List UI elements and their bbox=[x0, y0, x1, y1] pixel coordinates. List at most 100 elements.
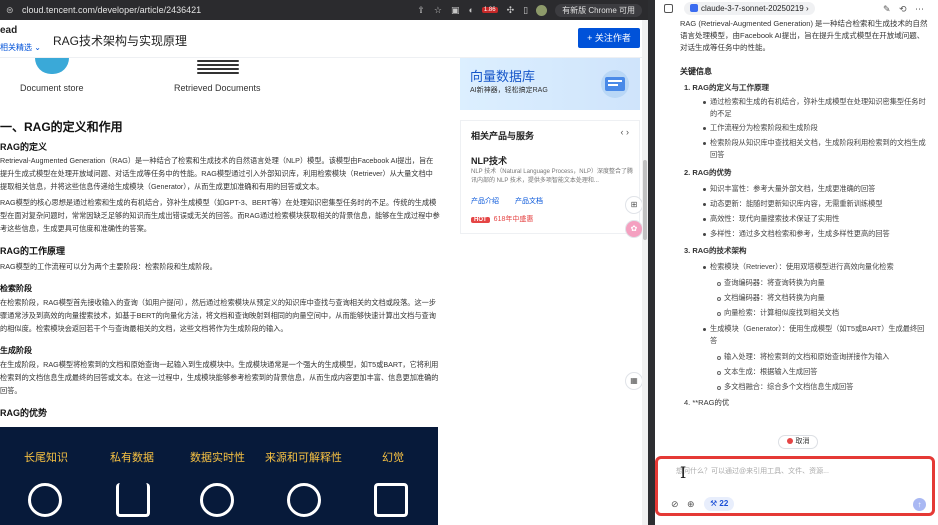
bookmark-star-icon[interactable]: ☆ bbox=[434, 5, 442, 16]
hot-badge: HOT bbox=[471, 217, 490, 223]
list-subitem: 输入处理：将检索到的文档和原始查询拼接作为输入 bbox=[717, 351, 930, 363]
scrollbar-thumb[interactable] bbox=[643, 160, 647, 240]
infographic-caption: 数据实时性 bbox=[190, 452, 245, 464]
ai-assistant-icon[interactable]: ✿ bbox=[625, 220, 643, 238]
related-picks-menu[interactable]: 相关精选 ⌄ bbox=[0, 42, 41, 53]
banner-title: 向量数据库 bbox=[470, 69, 536, 84]
list-item: 通过检索和生成的有机结合，弥补生成模型在处理知识密集型任务时的不足 bbox=[703, 96, 930, 120]
subheading: RAG的定义 bbox=[0, 142, 47, 152]
article-body: Document store Retrieved Documents 一、RAG… bbox=[0, 58, 448, 525]
carousel-nav-icon[interactable]: ‹ › bbox=[621, 127, 630, 137]
banner-illustration bbox=[601, 70, 629, 98]
bars-icon bbox=[116, 483, 150, 517]
product-intro-link[interactable]: 产品介绍 bbox=[471, 198, 499, 205]
list-item: 知识丰富性：参考大量外部文档，生成更准确的回答 bbox=[703, 183, 930, 195]
list-subitem: 向量检索：计算相似度找到相关文档 bbox=[717, 307, 930, 319]
extension-icon[interactable]: ◐ bbox=[468, 5, 473, 15]
model-selector[interactable]: claude-3-7-sonnet-20250219 › bbox=[684, 2, 815, 15]
paragraph: RAG模型的核心思想是通过检索和生成的有机结合，弥补生成模型（如GPT-3、BE… bbox=[0, 198, 440, 233]
compass-icon bbox=[287, 483, 321, 517]
documents-icon bbox=[197, 58, 239, 76]
sidebar-toggle-icon[interactable]: ▯ bbox=[523, 5, 528, 16]
list-item: 工作流程分为检索阶段和生成阶段 bbox=[703, 122, 930, 134]
site-info-icon[interactable]: ⊜ bbox=[6, 5, 16, 15]
model-logo-icon bbox=[690, 4, 698, 12]
doc-store-label: Document store bbox=[20, 83, 84, 93]
product-links: 产品介绍 产品文档 bbox=[471, 196, 557, 206]
subheading: RAG的工作原理 bbox=[0, 246, 65, 256]
qr-code-icon[interactable]: ▦ bbox=[625, 372, 643, 390]
address-bar[interactable]: ⊜ cloud.tencent.com/developer/article/24… bbox=[0, 0, 648, 20]
list-section-title: 1. RAG的定义与工作原理 bbox=[684, 83, 770, 92]
follow-author-button[interactable]: + 关注作者 bbox=[578, 28, 640, 48]
question-icon bbox=[374, 483, 408, 517]
share-icon[interactable]: ⇪ bbox=[417, 5, 425, 16]
extensions-puzzle-icon[interactable]: ✣ bbox=[507, 5, 515, 16]
list-section-title: 2. RAG的优势 bbox=[684, 168, 732, 177]
cancel-label: 取消 bbox=[795, 438, 810, 445]
list-section-title: 4. **RAG的优 bbox=[684, 398, 730, 407]
infographic-caption: 来源和可解释性 bbox=[265, 452, 342, 464]
tools-button[interactable]: ⚒ 22 bbox=[704, 497, 735, 511]
section-heading: 一、RAG的定义和作用 bbox=[0, 120, 123, 134]
infographic-caption: 幻觉 bbox=[382, 452, 404, 464]
response-intro: RAG (Retrieval-Augmented Generation) 是一种… bbox=[680, 19, 928, 52]
promo-link[interactable]: HOT 618年中盛惠 bbox=[471, 214, 533, 224]
list-item: 检索阶段从知识库中查找相关文档，生成阶段利用检索到的文档生成回答 bbox=[703, 137, 930, 161]
sidebar-toggle-icon[interactable] bbox=[664, 4, 673, 13]
vector-db-banner[interactable]: 向量数据库 AI新神器，轻松搞定RAG bbox=[460, 58, 640, 110]
infographic-caption: 私有数据 bbox=[110, 452, 154, 464]
related-products-card: 相关产品与服务 ‹ › NLP技术 NLP 技术（Natural Languag… bbox=[460, 120, 640, 234]
text-cursor-icon: I bbox=[680, 463, 687, 482]
subheading: 检索阶段 bbox=[0, 284, 32, 293]
list-item: 检索模块（Retriever）：使用双塔模型进行高效向量化检索 bbox=[703, 261, 930, 273]
history-icon[interactable]: ⟲ bbox=[899, 4, 907, 15]
chat-input-box[interactable]: 想问什么？可以通过@来引用工具、文件、资源... I ⊘ ⊕ ⚒ 22 ↑ bbox=[655, 456, 935, 516]
attach-icon[interactable]: ⊘ bbox=[671, 499, 679, 510]
tools-count: 22 bbox=[719, 499, 729, 508]
subheading: 生成阶段 bbox=[0, 346, 32, 355]
list-item: 动态更新：能随时更新知识库内容，无需重新训练模型 bbox=[703, 198, 930, 210]
list-item: 高效性：现代向量搜索技术保证了实用性 bbox=[703, 213, 930, 225]
send-button[interactable]: ↑ bbox=[913, 498, 926, 511]
model-name: claude-3-7-sonnet-20250219 bbox=[701, 4, 804, 13]
panel-divider[interactable] bbox=[648, 0, 655, 525]
profile-avatar[interactable] bbox=[536, 4, 548, 16]
cancel-generation-button[interactable]: 取消 bbox=[778, 435, 818, 449]
subheading: RAG的优势 bbox=[0, 408, 47, 418]
database-icon bbox=[35, 58, 69, 74]
chat-input-placeholder[interactable]: 想问什么？可以通过@来引用工具、文件、资源... bbox=[676, 466, 916, 476]
product-description: NLP 技术（Natural Language Process，NLP）深度整合… bbox=[471, 169, 633, 184]
response-heading: 关键信息 bbox=[680, 67, 712, 76]
list-item: 生成模块（Generator）：使用生成模型（如T5或BART）生成最终回答 bbox=[703, 323, 930, 347]
infographic-caption: 长尾知识 bbox=[24, 452, 68, 464]
more-icon[interactable]: ⋯ bbox=[915, 4, 924, 15]
retrieved-docs-label: Retrieved Documents bbox=[174, 83, 261, 93]
new-chat-icon[interactable]: ✎ bbox=[883, 4, 891, 15]
paragraph: RAG模型的工作流程可以分为两个主要阶段：检索阶段和生成阶段。 bbox=[0, 262, 217, 271]
stop-icon bbox=[786, 438, 793, 444]
extension-icon[interactable]: ▣ bbox=[451, 5, 460, 16]
page-header: ead 相关精选 ⌄ RAG技术架构与实现原理 + 关注作者 bbox=[0, 20, 648, 58]
list-subitem: 多文档融合：综合多个文档信息生成回答 bbox=[717, 381, 930, 393]
chrome-update-button[interactable]: 有新版 Chrome 可用 bbox=[555, 3, 642, 17]
list-section-title: 3. RAG的技术架构 bbox=[684, 246, 747, 255]
assistant-response: RAG (Retrieval-Augmented Generation) 是一种… bbox=[655, 16, 938, 411]
product-docs-link[interactable]: 产品文档 bbox=[515, 198, 543, 205]
url-text[interactable]: cloud.tencent.com/developer/article/2436… bbox=[22, 5, 408, 15]
card-title: 相关产品与服务 bbox=[471, 131, 535, 141]
rag-advantages-infographic: 长尾知识 私有数据 数据实时性 来源和可解释性 幻觉 bbox=[0, 427, 438, 525]
browser-window: ⊜ cloud.tencent.com/developer/article/24… bbox=[0, 0, 648, 525]
extension-badge[interactable]: 1.86 bbox=[481, 7, 498, 13]
site-brand[interactable]: ead bbox=[0, 25, 17, 36]
paragraph: Retrieval-Augmented Generation（RAG）是一种结合… bbox=[0, 156, 434, 191]
paragraph: 在检索阶段，RAG模型首先接收输入的查询（如用户提问），然后通过检索模块从预定义… bbox=[0, 298, 437, 333]
article-title: RAG技术架构与实现原理 bbox=[53, 34, 188, 48]
list-subitem: 文本生成：根据输入生成回答 bbox=[717, 366, 930, 378]
diagram-fragment: Document store Retrieved Documents bbox=[0, 58, 448, 98]
globe-icon[interactable]: ⊕ bbox=[687, 499, 695, 510]
clock-icon bbox=[200, 483, 234, 517]
list-subitem: 查询编码器：将查询转换为向量 bbox=[717, 277, 930, 289]
grid-tool-icon[interactable]: ⊞ bbox=[625, 196, 643, 214]
product-name[interactable]: NLP技术 bbox=[471, 154, 507, 167]
